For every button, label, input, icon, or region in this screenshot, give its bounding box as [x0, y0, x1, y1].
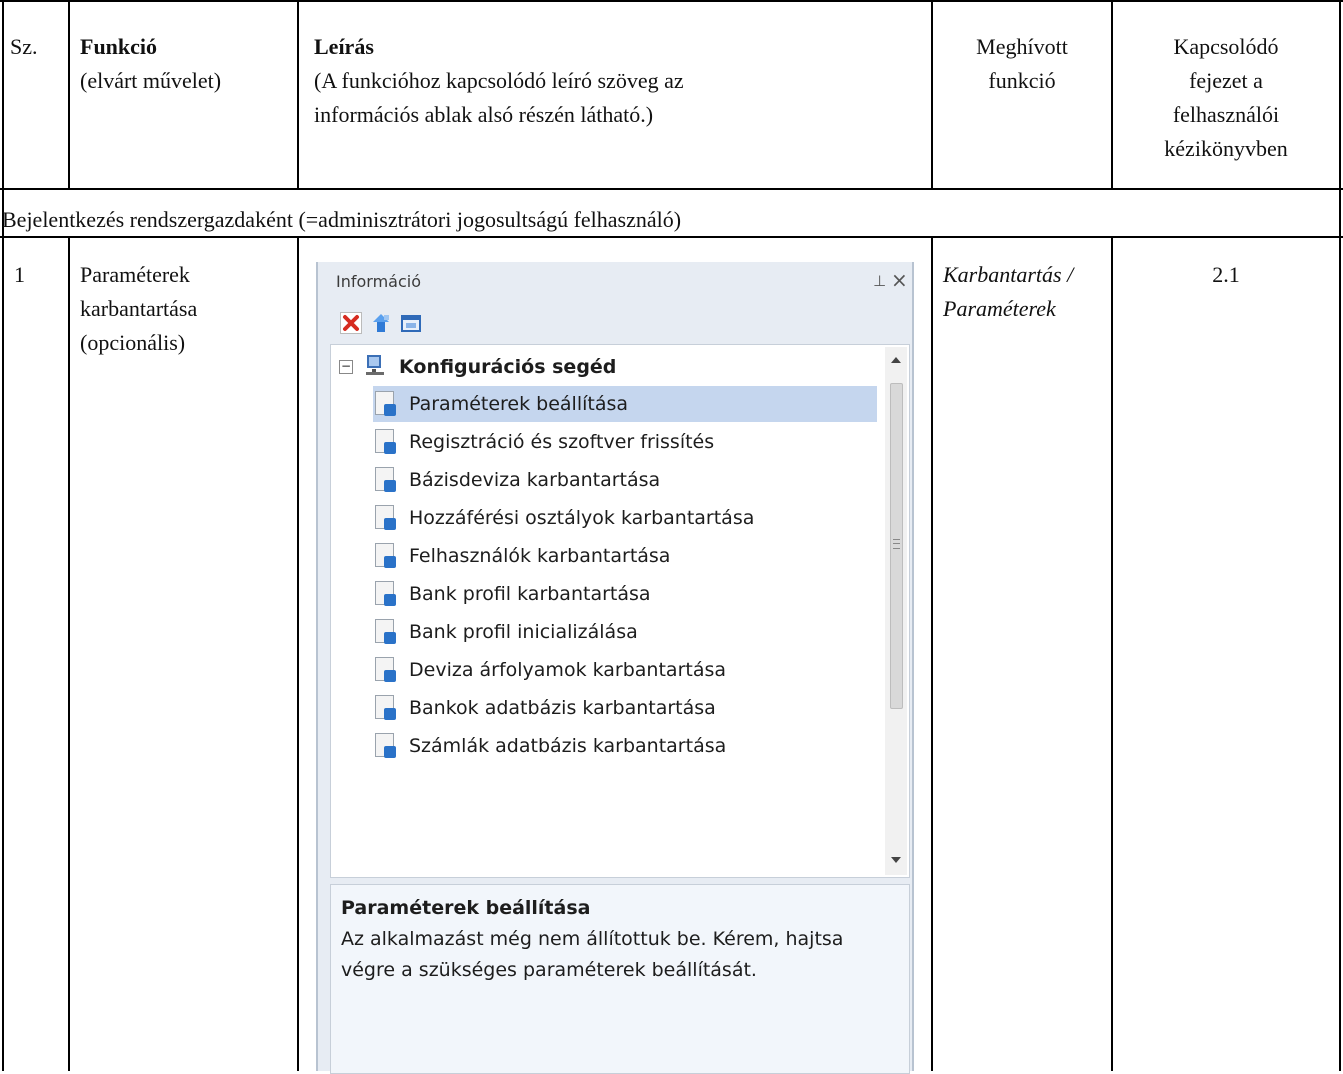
row-function: Paraméterek karbantartása (opcionális) — [80, 258, 295, 360]
document-gear-icon — [373, 428, 397, 456]
col4-border-lower — [1111, 236, 1113, 1071]
tree-item-label: Bázisdeviza karbantartása — [409, 469, 661, 491]
delete-icon[interactable] — [340, 312, 362, 334]
header-called-line1: Meghívott — [976, 34, 1068, 59]
tree-item-access-classes[interactable]: Hozzáférési osztályok karbantartása — [373, 500, 758, 536]
col2-border-lower — [297, 236, 299, 1071]
header-col-number: Sz. — [10, 34, 38, 59]
header-col-chapter: Kapcsolódó fejezet a felhasználói kézikö… — [1113, 30, 1339, 166]
header-function-title: Funkció — [80, 34, 158, 59]
scroll-down-arrow-icon[interactable] — [891, 857, 901, 863]
tree-item-exchange-rates[interactable]: Deviza árfolyamok karbantartása — [373, 652, 730, 688]
header-col-function: Funkció (elvárt művelet) — [80, 30, 295, 98]
info-description: Paraméterek beállítása Az alkalmazást mé… — [330, 884, 910, 1074]
document-gear-icon — [373, 466, 397, 494]
tree-root[interactable]: − Konfigurációs segéd — [339, 349, 620, 385]
tree-item-label: Bank profil karbantartása — [409, 583, 651, 605]
tree-root-label: Konfigurációs segéd — [399, 356, 617, 378]
header-function-sub: (elvárt művelet) — [80, 68, 222, 93]
header-chapter-line4: kézikönyvben — [1164, 136, 1288, 161]
table-right-border — [1339, 0, 1341, 1071]
tree-item-label: Regisztráció és szoftver frissítés — [409, 431, 715, 453]
grip-icon — [893, 539, 900, 549]
document-gear-icon — [373, 504, 397, 532]
tree-item-accounts-db[interactable]: Számlák adatbázis karbantartása — [373, 728, 730, 764]
header-bottom-border — [0, 188, 1343, 190]
header-chapter-line2: fejezet a — [1189, 68, 1263, 93]
tree-item-label: Bankok adatbázis karbantartása — [409, 697, 716, 719]
header-called-line2: funkció — [988, 68, 1056, 93]
row-function-line3: (opcionális) — [80, 330, 186, 355]
row-called-line1: Karbantartás / — [943, 262, 1074, 287]
row-number: 1 — [14, 262, 25, 287]
tree-item-label: Paraméterek beállítása — [409, 393, 629, 415]
tree-item-label: Hozzáférési osztályok karbantartása — [409, 507, 755, 529]
header-description-title: Leírás — [314, 34, 374, 59]
row-function-line2: karbantartása — [80, 296, 198, 321]
tree-item-banks-db[interactable]: Bankok adatbázis karbantartása — [373, 690, 720, 726]
window-icon[interactable] — [400, 312, 422, 334]
tree-scrollbar[interactable] — [885, 347, 907, 875]
header-col-called-function: Meghívott funkció — [933, 30, 1111, 98]
document-gear-icon — [373, 694, 397, 722]
info-upload-icon[interactable] — [370, 312, 392, 334]
row-called-line2: Paraméterek — [943, 296, 1056, 321]
info-description-line2: végre a szükséges paraméterek beállításá… — [341, 959, 757, 981]
close-icon[interactable]: × — [891, 268, 908, 292]
document-gear-icon — [373, 732, 397, 760]
document-gear-icon — [373, 618, 397, 646]
col1-border-lower — [68, 236, 70, 1071]
tree-item-parameters[interactable]: Paraméterek beállítása — [373, 386, 877, 422]
row-called-function: Karbantartás / Paraméterek — [943, 258, 1111, 326]
collapse-icon[interactable]: − — [339, 360, 353, 374]
tree-item-base-currency[interactable]: Bázisdeviza karbantartása — [373, 462, 664, 498]
col3-border-lower — [931, 236, 933, 1071]
table-left-border — [2, 0, 4, 1071]
document-gear-icon — [373, 390, 397, 418]
col2-border — [297, 0, 299, 188]
document-gear-icon — [373, 656, 397, 684]
header-chapter-line1: Kapcsolódó — [1173, 34, 1279, 59]
row-chapter: 2.1 — [1212, 262, 1240, 287]
section-heading: Bejelentkezés rendszergazdaként (=admini… — [2, 207, 682, 232]
info-panel-title: Információ — [336, 272, 421, 291]
tree-item-label: Számlák adatbázis karbantartása — [409, 735, 727, 757]
header-chapter-line3: felhasználói — [1172, 102, 1280, 127]
tree-item-users[interactable]: Felhasználók karbantartása — [373, 538, 674, 574]
computer-icon — [363, 353, 387, 382]
info-description-title: Paraméterek beállítása — [341, 897, 591, 919]
tree-item-bank-profile-init[interactable]: Bank profil inicializálása — [373, 614, 642, 650]
info-panel: Információ ⊥ × − Konfigurációs segéd Par… — [316, 262, 914, 1074]
tree-item-label: Felhasználók karbantartása — [409, 545, 671, 567]
pin-icon[interactable]: ⊥ — [873, 272, 886, 290]
header-col-description: Leírás (A funkcióhoz kapcsolódó leíró sz… — [314, 30, 926, 132]
document-gear-icon — [373, 580, 397, 608]
tree-item-label: Deviza árfolyamok karbantartása — [409, 659, 727, 681]
header-description-line1: (A funkcióhoz kapcsolódó leíró szöveg az — [314, 68, 684, 93]
scroll-up-arrow-icon[interactable] — [891, 357, 901, 363]
tree-item-bank-profile[interactable]: Bank profil karbantartása — [373, 576, 655, 612]
header-description-line2: információs ablak alsó részén látható.) — [314, 102, 654, 127]
tree-view[interactable]: − Konfigurációs segéd Paraméterek beállí… — [330, 344, 910, 878]
row-function-line1: Paraméterek — [80, 262, 190, 287]
document-gear-icon — [373, 542, 397, 570]
col1-border — [68, 0, 70, 188]
tree-item-label: Bank profil inicializálása — [409, 621, 638, 643]
scrollbar-thumb[interactable] — [890, 383, 903, 709]
table-top-border — [0, 0, 1343, 2]
info-description-line1: Az alkalmazást még nem állítottuk be. Ké… — [341, 928, 844, 950]
tree-item-registration[interactable]: Regisztráció és szoftver frissítés — [373, 424, 718, 460]
